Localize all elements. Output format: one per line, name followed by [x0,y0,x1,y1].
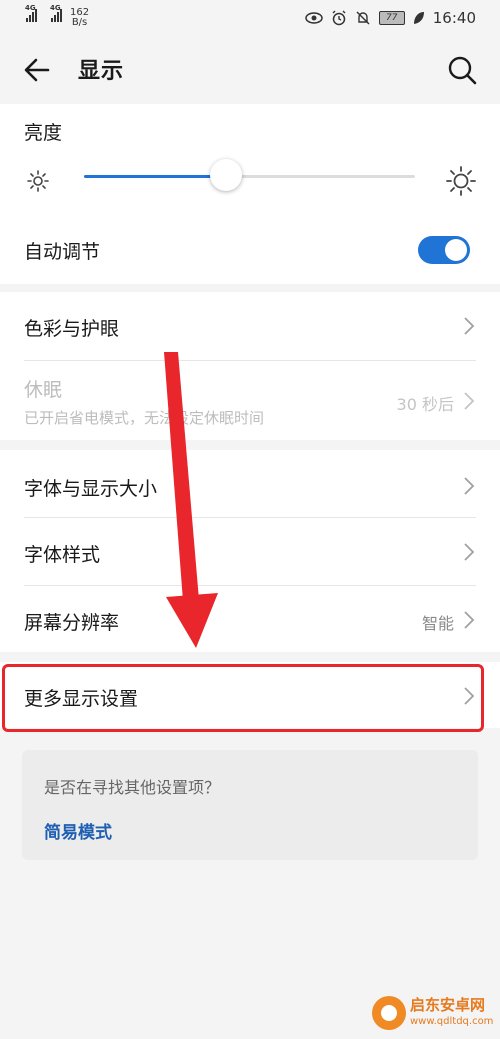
chevron-right-icon [464,543,475,561]
search-button[interactable] [444,52,480,88]
search-icon [448,56,477,85]
font-card: 字体与显示大小 字体样式 屏幕分辨率 智能 [0,450,500,652]
suggestion-question: 是否在寻找其他设置项？ [44,778,221,797]
font-style-label: 字体样式 [24,544,101,566]
battery-icon: 77 [378,11,405,25]
highlight-box [2,664,484,732]
brightness-high-icon [446,166,476,196]
toggle-knob [445,239,467,261]
back-button[interactable] [18,50,58,90]
resolution-label: 屏幕分辨率 [24,612,120,634]
auto-brightness-label: 自动调节 [24,241,101,263]
font-size-row[interactable]: 字体与显示大小 [0,450,500,517]
slider-fill [84,175,227,178]
resolution-row[interactable]: 屏幕分辨率 智能 [0,586,500,652]
leaf-icon [413,12,424,24]
alarm-icon [332,10,346,26]
watermark-url: www.qdltdq.com [410,1016,494,1027]
signal-icon-2: 4G [50,4,62,22]
watermark-logo-icon [372,996,406,1030]
signal-icon: 4G [25,4,37,22]
status-left: 4G 4G 162 B/s [25,4,90,28]
network-type-label-2: 4G [50,4,61,12]
brightness-slider[interactable] [84,159,415,191]
chevron-right-icon [464,477,475,495]
suggestion-box: 是否在寻找其他设置项？ 简易模式 [22,750,478,860]
clock: 16:40 [432,9,476,27]
chevron-right-icon [464,317,475,335]
sleep-row: 休眠 已开启省电模式，无法设定休眠时间 30 秒后 [0,361,500,440]
sleep-label: 休眠 [24,379,63,401]
page-title: 显示 [78,59,125,84]
network-type-label: 4G [25,4,36,12]
watermark-brand: 启东安卓网 [410,996,486,1014]
back-arrow-icon [24,58,50,82]
eye-comfort-icon [305,12,323,24]
font-size-label: 字体与显示大小 [24,478,158,500]
app-bar: 显示 [0,38,500,102]
chevron-right-icon [464,611,475,629]
simple-mode-link[interactable]: 简易模式 [44,818,112,843]
auto-brightness-toggle[interactable] [418,236,470,264]
status-right: 77 16:40 [305,9,476,27]
color-card: 色彩与护眼 休眠 已开启省电模式，无法设定休眠时间 30 秒后 [0,292,500,440]
mute-icon [356,11,370,25]
brightness-low-icon [27,170,49,192]
resolution-value: 智能 [421,614,454,633]
eye-comfort-row[interactable]: 色彩与护眼 [0,292,500,360]
network-speed: 162 B/s [70,7,90,28]
sleep-subtitle: 已开启省电模式，无法设定休眠时间 [24,409,265,427]
brightness-card: 亮度 自动调节 [0,104,500,284]
eye-comfort-label: 色彩与护眼 [24,318,120,340]
chevron-right-icon [464,392,475,410]
brightness-label: 亮度 [24,122,63,144]
watermark: 启东安卓网 www.qdltdq.com [366,990,500,1039]
font-style-row[interactable]: 字体样式 [0,518,500,585]
slider-thumb[interactable] [210,159,243,191]
status-bar: 4G 4G 162 B/s 77 16:40 [0,0,500,38]
sleep-value: 30 秒后 [396,395,454,414]
